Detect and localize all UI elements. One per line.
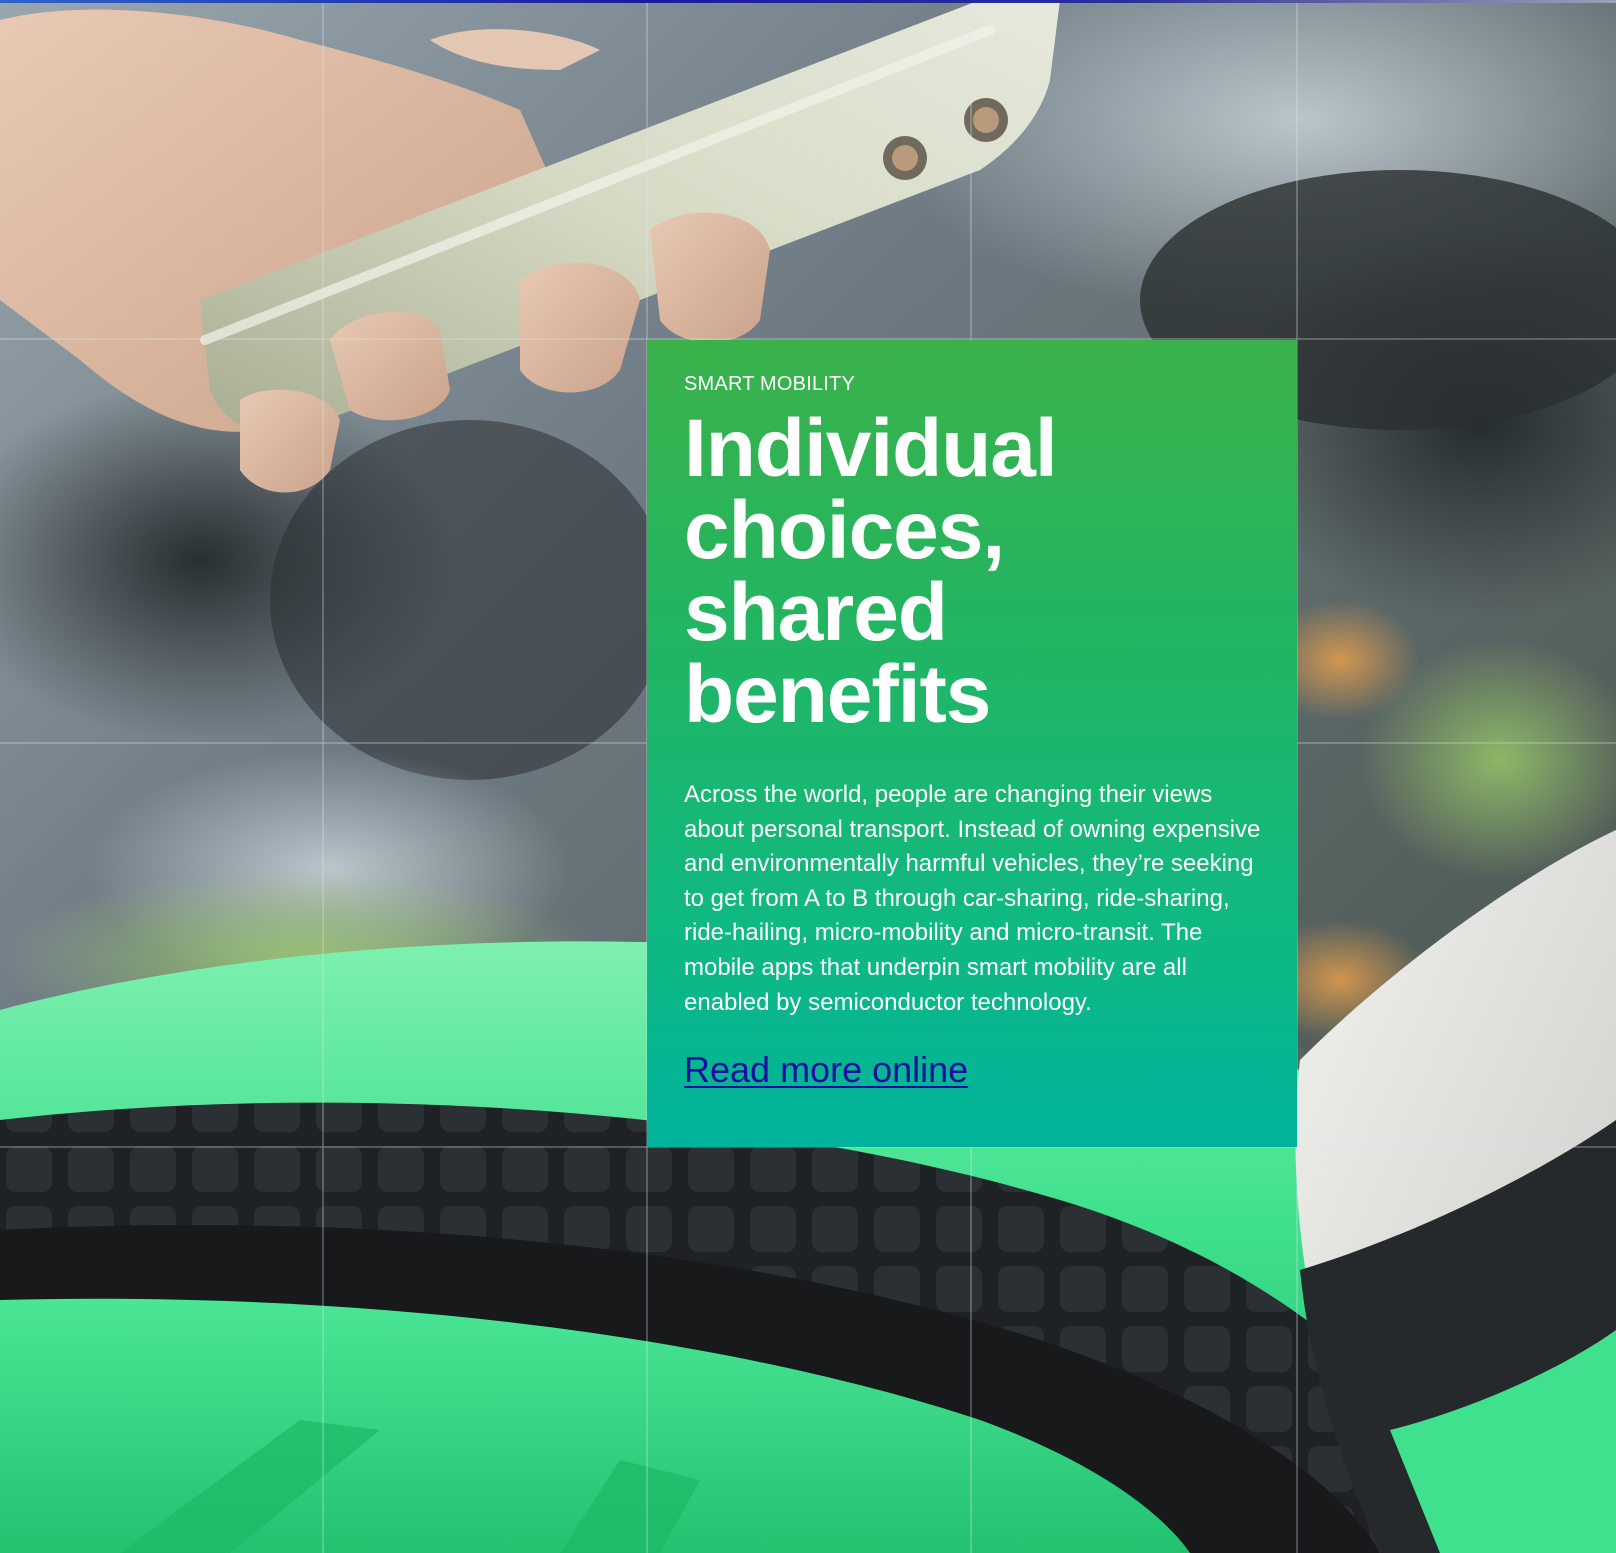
- read-more-link[interactable]: Read more online: [684, 1050, 968, 1090]
- page: SMART MOBILITY Individual choices, share…: [0, 0, 1616, 1553]
- story-title-line: choices,: [684, 485, 1005, 576]
- story-title-line: Individual: [684, 403, 1058, 494]
- story-title-line: shared: [684, 567, 948, 658]
- story-title: Individual choices, shared benefits: [684, 408, 1259, 736]
- story-title-line: benefits: [684, 649, 991, 740]
- story-kicker: SMART MOBILITY: [684, 373, 855, 395]
- story-card: SMART MOBILITY Individual choices, share…: [647, 340, 1297, 1147]
- story-body: Across the world, people are changing th…: [684, 781, 1261, 1016]
- top-accent-bar: [0, 0, 1616, 3]
